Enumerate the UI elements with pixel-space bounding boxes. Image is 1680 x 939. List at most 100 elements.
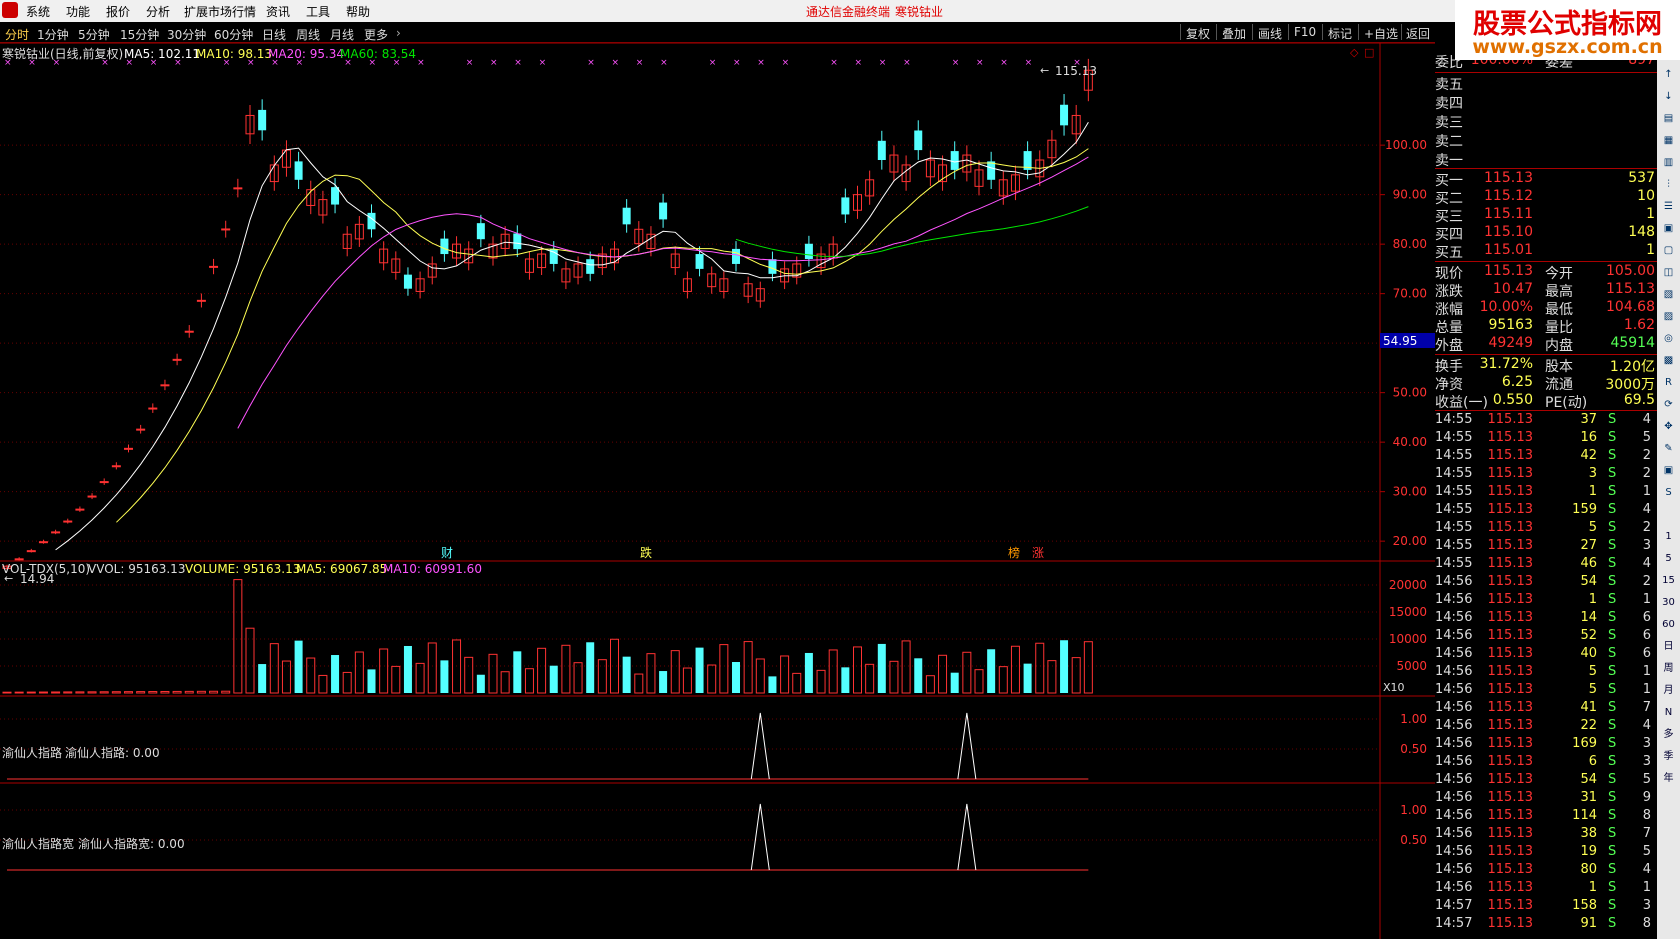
bid-volume: 537: [1628, 170, 1655, 186]
candle-body: [586, 259, 595, 274]
side-period-6[interactable]: 周: [1661, 662, 1676, 676]
f5-icon[interactable]: ▣: [1661, 464, 1676, 478]
side-period-4[interactable]: 60: [1661, 618, 1676, 632]
side-period-11[interactable]: 年: [1661, 772, 1676, 786]
kline-chart-area[interactable]: 100.0090.0080.0070.0060.0050.0040.0030.0…: [0, 43, 1435, 939]
side-period-5[interactable]: 日: [1661, 640, 1676, 654]
volume-bar: [258, 664, 267, 693]
bid-row: 买一 115.13 537: [1435, 170, 1657, 189]
period-tab-5min[interactable]: 5分钟: [78, 26, 110, 43]
grid-icon[interactable]: ▦: [1661, 134, 1676, 148]
side-period-10[interactable]: 季: [1661, 750, 1676, 764]
side-period-1[interactable]: 5: [1661, 552, 1676, 566]
period-tab-intraday[interactable]: 分时: [5, 26, 29, 43]
add-watchlist-button[interactable]: +自选: [1361, 25, 1401, 42]
tick-time: 14:57: [1435, 916, 1473, 931]
f10-button[interactable]: F10: [1291, 25, 1319, 39]
refresh-icon[interactable]: ⟳: [1661, 398, 1676, 412]
tick-row: 14:56 115.13 38 S 7: [1435, 826, 1657, 844]
tick-time: 14:56: [1435, 574, 1473, 589]
side-period-2[interactable]: 15: [1661, 574, 1676, 588]
side-period-7[interactable]: 月: [1661, 684, 1676, 698]
period-tab-month[interactable]: 月线: [330, 26, 354, 43]
ma5-label: MA5: 102.11: [124, 47, 200, 61]
stat-label: 总量: [1435, 320, 1463, 336]
menu-info[interactable]: 资讯: [266, 3, 290, 20]
bid-volume: 148: [1628, 224, 1655, 240]
doc-icon[interactable]: ☰: [1661, 200, 1676, 214]
draw-line-button[interactable]: 画线: [1255, 25, 1285, 42]
tick-time: 14:55: [1435, 502, 1473, 517]
menu-bar: 系统 功能 报价 分析 扩展市场行情 资讯 工具 帮助 通达信金融终端 寒锐钴业: [0, 0, 1680, 22]
back-button[interactable]: 返回: [1403, 25, 1433, 42]
tick-volume: 42: [1580, 448, 1597, 463]
chart-icon[interactable]: ▢: [1661, 244, 1676, 258]
adjust-button[interactable]: 复权: [1183, 25, 1213, 42]
tick-side: S: [1608, 772, 1617, 787]
period-tab-60min[interactable]: 60分钟: [214, 26, 253, 43]
ask-row: 卖四: [1435, 93, 1657, 112]
side-period-0[interactable]: 1: [1661, 530, 1676, 544]
tick-price: 115.13: [1487, 754, 1534, 769]
f7-icon[interactable]: ▨: [1661, 310, 1676, 324]
period-tab-day[interactable]: 日线: [262, 26, 286, 43]
event-marker[interactable]: 榜: [1008, 545, 1020, 560]
tick-time: 14:56: [1435, 880, 1473, 895]
list-icon[interactable]: ▤: [1661, 112, 1676, 126]
menu-analysis[interactable]: 分析: [146, 3, 170, 20]
signal-marker: ×: [1025, 58, 1033, 68]
overlay-button[interactable]: 叠加: [1219, 25, 1249, 42]
menu-system[interactable]: 系统: [26, 3, 50, 20]
tick-price: 115.13: [1487, 898, 1534, 913]
f2-icon[interactable]: ▧: [1661, 288, 1676, 302]
candle-body: [1060, 104, 1069, 126]
period-tab-week[interactable]: 周线: [296, 26, 320, 43]
pen-icon[interactable]: ✎: [1661, 442, 1676, 456]
fund-icon[interactable]: ◫: [1661, 266, 1676, 280]
candles-icon[interactable]: ⫶: [1661, 178, 1676, 192]
mark-button[interactable]: 标记: [1325, 25, 1355, 42]
square-icon[interactable]: □: [1364, 46, 1374, 59]
side-period-3[interactable]: 30: [1661, 596, 1676, 610]
side-period-8[interactable]: N: [1661, 706, 1676, 720]
candle-body: [950, 151, 959, 170]
stat-value: 104.68: [1606, 299, 1655, 315]
period-tab-30min[interactable]: 30分钟: [167, 26, 206, 43]
event-marker[interactable]: 涨: [1032, 545, 1044, 560]
period-tab-more[interactable]: 更多: [364, 26, 388, 43]
candle-body: [38, 541, 48, 544]
menu-extended-market[interactable]: 扩展市场行情: [184, 3, 256, 20]
move-icon[interactable]: ✥: [1661, 420, 1676, 434]
volume-bar: [816, 669, 826, 694]
bid-label: 买五: [1435, 245, 1463, 261]
graph-icon[interactable]: ▩: [1661, 354, 1676, 368]
event-marker[interactable]: 财: [441, 546, 453, 560]
event-marker[interactable]: 跌: [640, 545, 652, 560]
ring-icon[interactable]: ◎: [1661, 332, 1676, 346]
menu-tools[interactable]: 工具: [306, 3, 330, 20]
down-arrow-icon[interactable]: ↓: [1661, 90, 1676, 104]
chevron-right-icon[interactable]: ›: [396, 26, 401, 40]
menu-function[interactable]: 功能: [66, 3, 90, 20]
up-arrow-icon[interactable]: ↑: [1661, 68, 1676, 82]
bid-row: 买三 115.11 1: [1435, 206, 1657, 225]
s-icon[interactable]: S: [1661, 486, 1676, 500]
app-logo-icon[interactable]: [2, 2, 18, 18]
rsi-icon[interactable]: R: [1661, 376, 1676, 390]
line-icon[interactable]: ▥: [1661, 156, 1676, 170]
bid-price: 115.11: [1484, 206, 1533, 222]
period-tab-1min[interactable]: 1分钟: [37, 26, 69, 43]
diamond-icon[interactable]: ◇: [1350, 46, 1359, 59]
stat-value: 6.25: [1501, 374, 1533, 390]
menu-help[interactable]: 帮助: [346, 3, 370, 20]
period-tab-15min[interactable]: 15分钟: [120, 26, 159, 43]
tick-price: 115.13: [1487, 538, 1534, 553]
stock-name-title: 寒锐钴业: [895, 5, 944, 19]
menu-quote[interactable]: 报价: [106, 3, 130, 20]
tick-side: S: [1608, 700, 1617, 715]
stat-value: 69.5: [1623, 392, 1655, 408]
volume-bar: [853, 646, 862, 694]
side-period-9[interactable]: 多: [1661, 728, 1676, 742]
f10-icon[interactable]: ▣: [1661, 222, 1676, 236]
bid-price: 115.10: [1484, 224, 1533, 240]
